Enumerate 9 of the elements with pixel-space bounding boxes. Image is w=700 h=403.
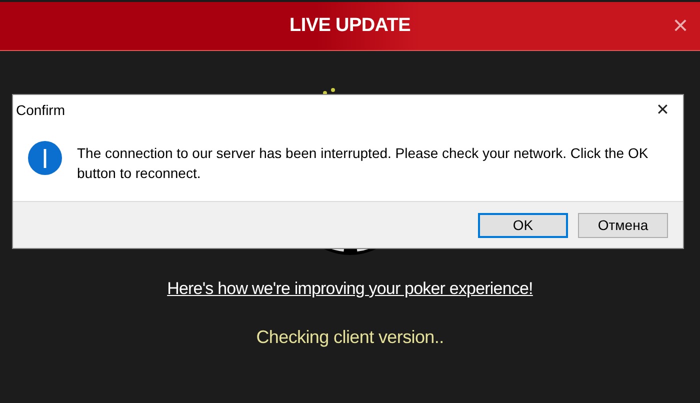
dialog-title: Confirm	[16, 102, 66, 118]
info-link[interactable]: Here's how we're improving your poker experience!	[167, 279, 533, 299]
ok-button[interactable]: OK	[478, 212, 568, 238]
info-icon	[27, 140, 63, 176]
cancel-button[interactable]: Отмена	[578, 212, 668, 238]
window-title: LIVE UPDATE	[290, 15, 410, 37]
dialog-message: The connection to our server has been interrupted. Please check your network. Click the OK button to reconnect.	[77, 144, 650, 183]
close-button[interactable]: ✕	[650, 100, 675, 120]
status-text: Checking client version..	[256, 327, 444, 348]
